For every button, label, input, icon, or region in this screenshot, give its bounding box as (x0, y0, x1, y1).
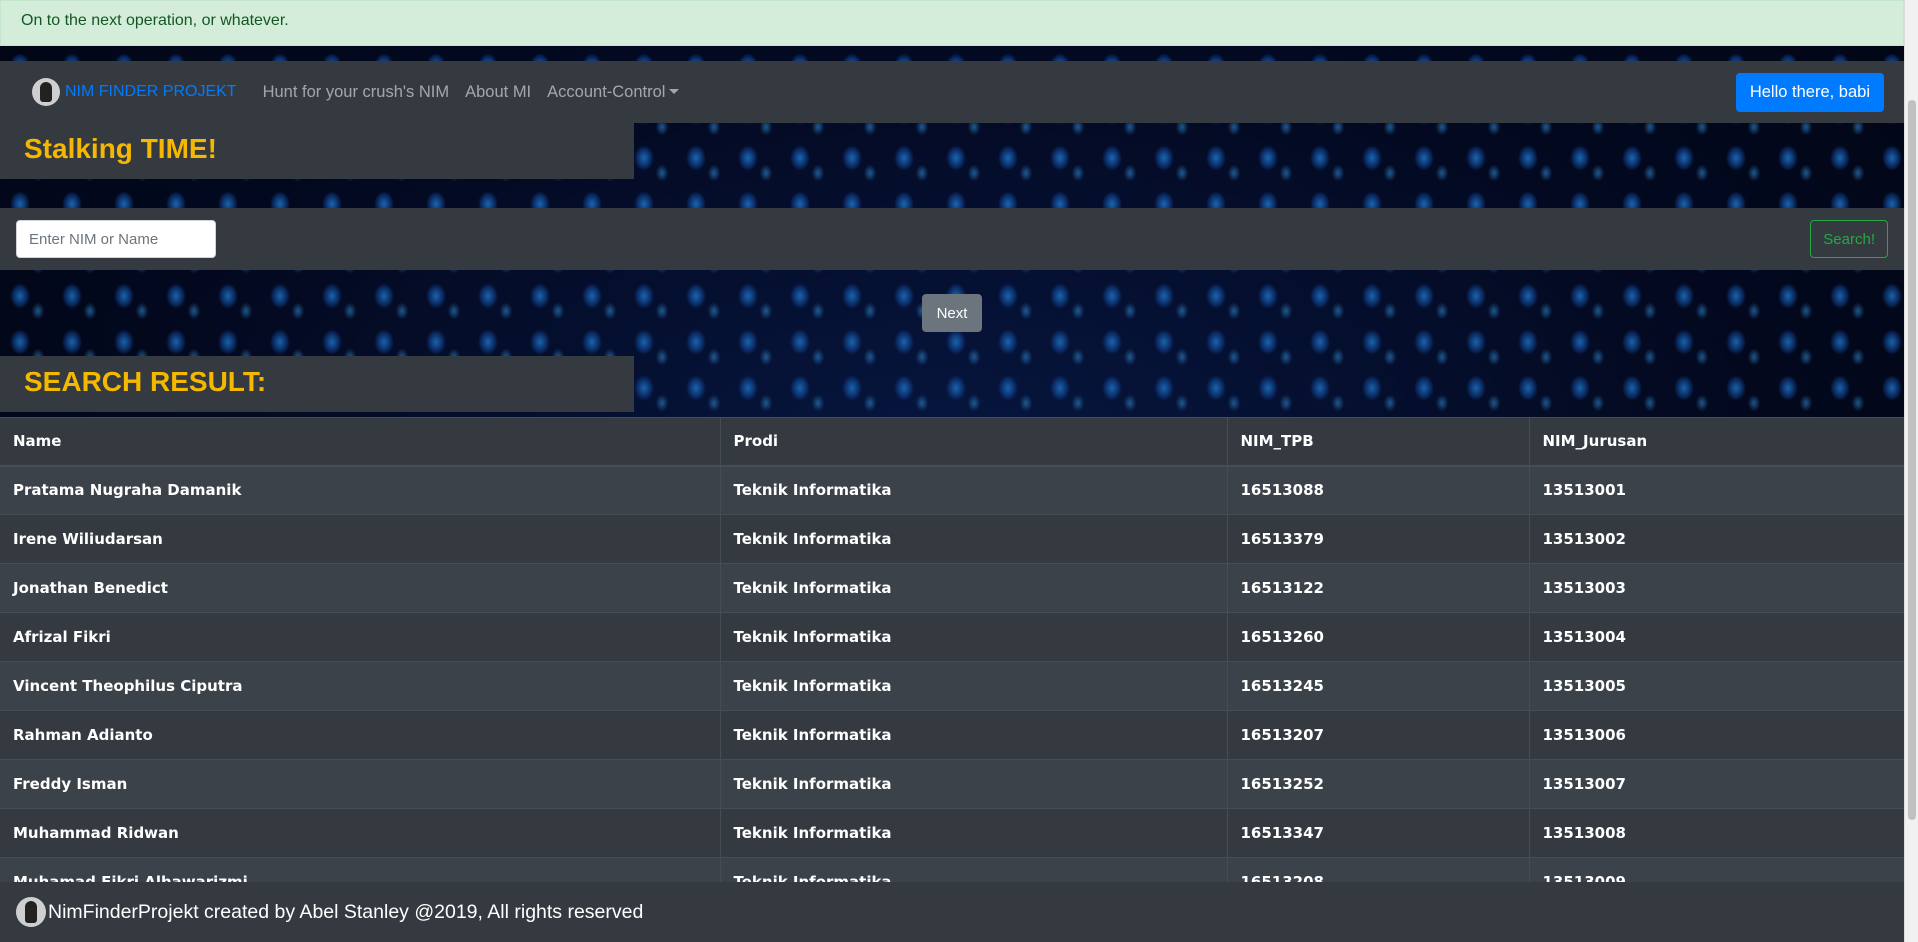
header-nim-jurusan: NIM_Jurusan (1528, 417, 1904, 467)
cell-nim-jurusan: 13513004 (1528, 612, 1904, 662)
cell-prodi: Teknik Informatika (719, 808, 1227, 858)
table-header-row: Name Prodi NIM_TPB NIM_Jurusan (0, 417, 1904, 467)
footer-text: NimFinderProjekt created by Abel Stanley… (48, 900, 644, 923)
navbar: NIM FINDER PROJEKT Hunt for your crush's… (0, 61, 1904, 123)
table-row: Muhammad Ridwan Teknik Informatika 16513… (0, 808, 1904, 858)
cell-name: Irene Wiliudarsan (0, 514, 720, 564)
stalking-title: Stalking TIME! (0, 123, 634, 179)
results-table-container[interactable]: Name Prodi NIM_TPB NIM_Jurusan Pratama N… (0, 417, 1904, 882)
cell-nim-jurusan: 13513006 (1528, 710, 1904, 760)
cell-prodi: Teknik Informatika (719, 857, 1227, 882)
brand-name: NIM FINDER PROJEKT (65, 83, 237, 100)
cell-prodi: Teknik Informatika (719, 563, 1227, 613)
table-row: Rahman Adianto Teknik Informatika 165132… (0, 710, 1904, 760)
cell-prodi: Teknik Informatika (719, 661, 1227, 711)
cell-nim-jurusan: 13513002 (1528, 514, 1904, 564)
cell-nim-tpb: 16513245 (1226, 661, 1529, 711)
user-greeting-button[interactable]: Hello there, babi (1735, 72, 1884, 112)
cell-nim-tpb: 16513122 (1226, 563, 1529, 613)
cell-prodi: Teknik Informatika (719, 710, 1227, 760)
cell-nim-jurusan: 13513007 (1528, 759, 1904, 809)
nav-link-about[interactable]: About MI (465, 83, 531, 102)
cell-nim-tpb: 16513260 (1226, 612, 1529, 662)
table-row: Afrizal Fikri Teknik Informatika 1651326… (0, 612, 1904, 662)
success-alert: On to the next operation, or whatever. (0, 0, 1904, 46)
cell-name: Muhammad Ridwan (0, 808, 720, 858)
cell-prodi: Teknik Informatika (719, 465, 1227, 515)
cell-nim-jurusan: 13513009 (1528, 857, 1904, 882)
cell-prodi: Teknik Informatika (719, 612, 1227, 662)
cell-nim-tpb: 16513088 (1226, 465, 1529, 515)
cell-name: Muhamad Fikri Alhawarizmi (0, 857, 720, 882)
header-nim-tpb: NIM_TPB (1226, 417, 1529, 467)
search-button[interactable]: Search! (1810, 220, 1888, 258)
brand-logo-icon (32, 78, 60, 106)
cell-nim-jurusan: 13513001 (1528, 465, 1904, 515)
alert-message: On to the next operation, or whatever. (21, 12, 289, 29)
table-row: Muhamad Fikri Alhawarizmi Teknik Informa… (0, 857, 1904, 882)
nav-dropdown-label: Account-Control (547, 82, 666, 101)
table-row: Pratama Nugraha Damanik Teknik Informati… (0, 465, 1904, 515)
table-row: Jonathan Benedict Teknik Informatika 165… (0, 563, 1904, 613)
nav-dropdown-account[interactable]: Account-Control (547, 82, 680, 102)
cell-nim-tpb: 16513379 (1226, 514, 1529, 564)
table-row: Freddy Isman Teknik Informatika 16513252… (0, 759, 1904, 809)
cell-name: Jonathan Benedict (0, 563, 720, 613)
cell-nim-tpb: 16513347 (1226, 808, 1529, 858)
cell-nim-tpb: 16513252 (1226, 759, 1529, 809)
table-row: Irene Wiliudarsan Teknik Informatika 165… (0, 514, 1904, 564)
search-result-title: SEARCH RESULT: (0, 356, 634, 412)
page-scrollbar[interactable] (1904, 0, 1918, 942)
cell-nim-jurusan: 13513005 (1528, 661, 1904, 711)
table-row: Vincent Theophilus Ciputra Teknik Inform… (0, 661, 1904, 711)
brand-link[interactable]: NIM FINDER PROJEKT (32, 78, 237, 106)
cell-prodi: Teknik Informatika (719, 514, 1227, 564)
cell-name: Freddy Isman (0, 759, 720, 809)
cell-name: Rahman Adianto (0, 710, 720, 760)
scrollbar-thumb[interactable] (1908, 100, 1916, 820)
results-table: Name Prodi NIM_TPB NIM_Jurusan Pratama N… (0, 417, 1904, 882)
footer: NimFinderProjekt created by Abel Stanley… (0, 882, 1904, 942)
nav-link-hunt[interactable]: Hunt for your crush's NIM (263, 83, 450, 102)
footer-logo-icon (16, 897, 46, 927)
cell-nim-tpb: 16513207 (1226, 710, 1529, 760)
cell-prodi: Teknik Informatika (719, 759, 1227, 809)
search-bar: Search! (0, 208, 1904, 270)
cell-name: Afrizal Fikri (0, 612, 720, 662)
cell-nim-jurusan: 13513003 (1528, 563, 1904, 613)
cell-name: Vincent Theophilus Ciputra (0, 661, 720, 711)
next-button[interactable]: Next (922, 294, 982, 332)
caret-down-icon (669, 88, 680, 94)
cell-name: Pratama Nugraha Damanik (0, 465, 720, 515)
header-prodi: Prodi (719, 417, 1227, 467)
search-input[interactable] (16, 220, 216, 258)
cell-nim-jurusan: 13513008 (1528, 808, 1904, 858)
header-name: Name (0, 417, 720, 467)
cell-nim-tpb: 16513208 (1226, 857, 1529, 882)
